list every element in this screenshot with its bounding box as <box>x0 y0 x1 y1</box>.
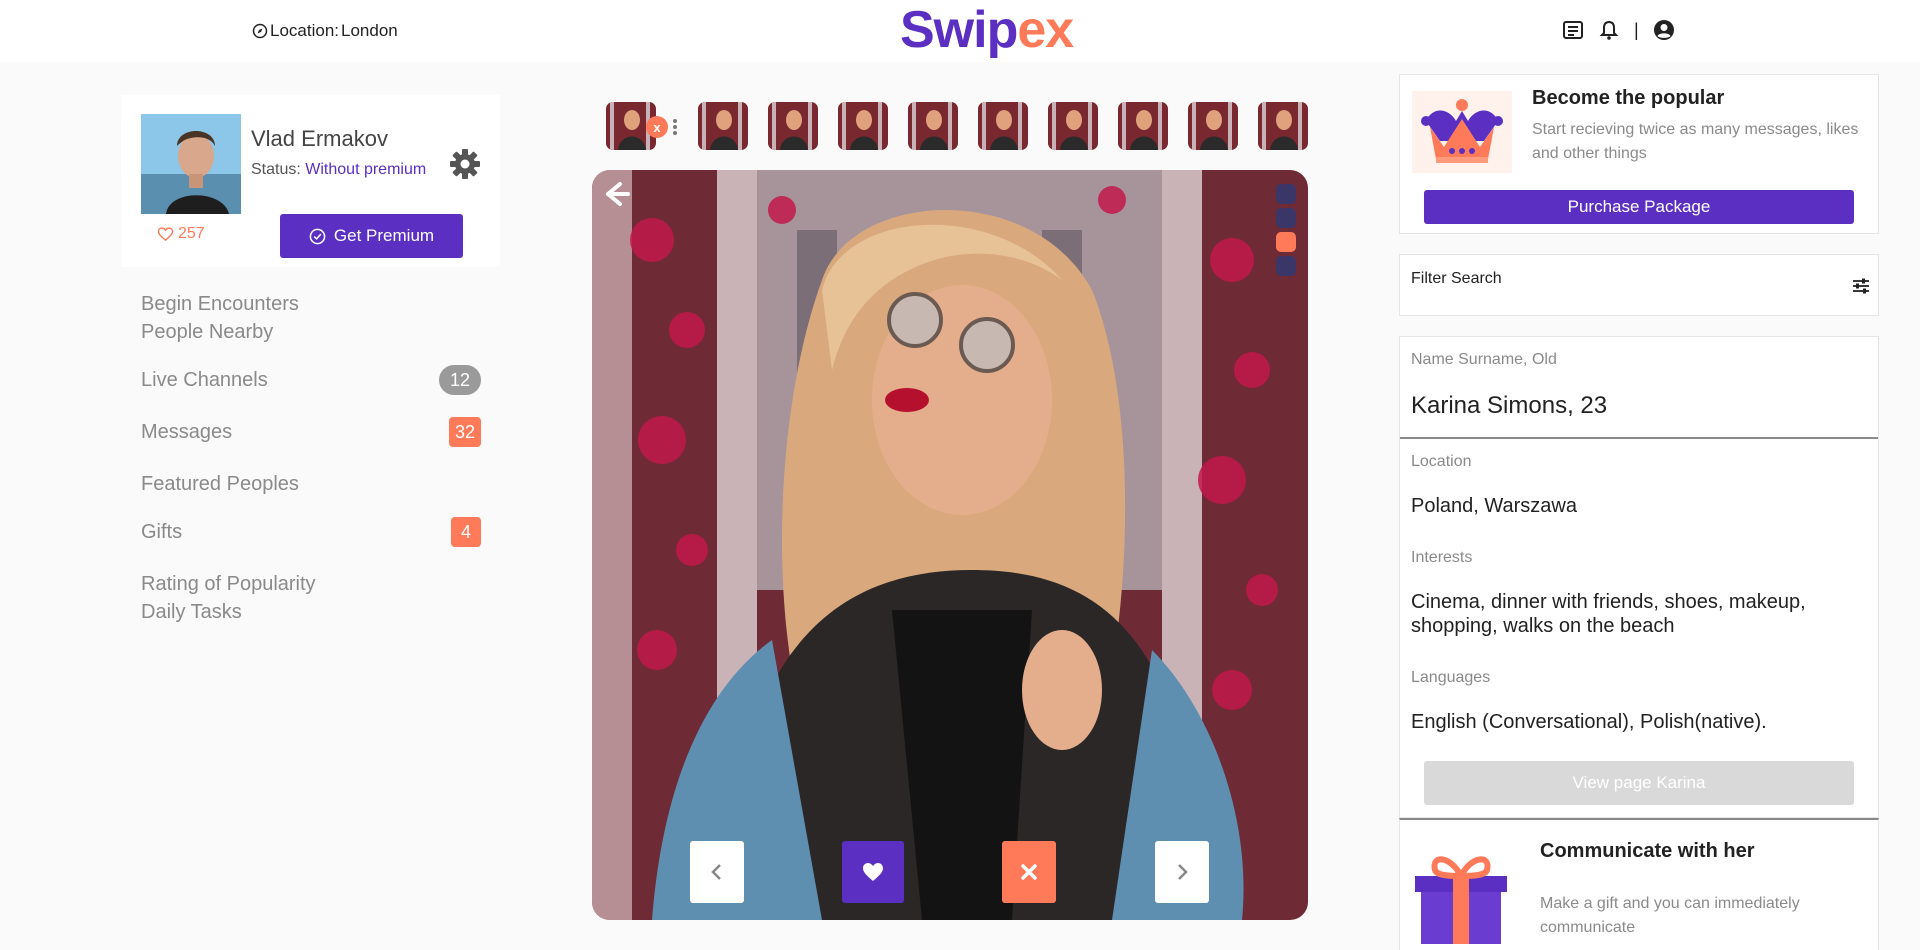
sidebar-item-label: Begin Encounters <box>141 293 299 315</box>
get-premium-button[interactable]: Get Premium <box>280 214 463 258</box>
sidebar-item-label: Featured Peoples <box>141 473 299 495</box>
logo-part-2: ex <box>1017 1 1074 59</box>
heart-outline-icon <box>157 226 174 241</box>
location-indicator[interactable]: Location: London <box>252 21 398 41</box>
profile-thumbnails-strip: x <box>606 102 1310 150</box>
settings-gear-icon[interactable] <box>448 147 482 181</box>
profile-thumbnail[interactable] <box>1118 102 1168 150</box>
name-value: Karina Simons, 23 <box>1411 392 1608 419</box>
profile-thumbnail[interactable] <box>698 102 748 150</box>
status-label: Status: <box>251 161 301 178</box>
status-value[interactable]: Without premium <box>305 161 426 178</box>
check-circle-icon <box>309 228 326 244</box>
next-photo-button[interactable] <box>1155 841 1209 903</box>
interests-label: Interests <box>1411 549 1473 566</box>
profile-thumbnail[interactable] <box>1258 102 1308 150</box>
profile-thumbnail[interactable] <box>1188 102 1238 150</box>
profile-thumbnail[interactable] <box>768 102 818 150</box>
popularity-promo-card: Become the popular Start recieving twice… <box>1399 74 1879 234</box>
gift-icon[interactable] <box>1411 844 1511 944</box>
chevron-right-icon <box>1178 864 1188 880</box>
sidebar-item-label: Messages <box>141 421 233 443</box>
filter-search-box[interactable]: Filter Search <box>1399 254 1879 316</box>
photo-page-dot-active[interactable] <box>1276 232 1296 252</box>
location-value: Poland, Warszawa <box>1411 495 1577 517</box>
like-button[interactable] <box>842 841 904 903</box>
divider <box>1400 437 1878 439</box>
sidebar-item-daily-tasks[interactable]: Daily Tasks <box>141 598 481 626</box>
sidebar-item-label: Daily Tasks <box>141 601 242 623</box>
profile-thumbnail[interactable] <box>1048 102 1098 150</box>
gift-promo-card: Communicate with her Make a gift and you… <box>1399 818 1879 950</box>
name-label: Name Surname, Old <box>1411 351 1557 368</box>
sidebar-item-live-channels[interactable]: Live Channels 12 <box>141 365 481 395</box>
sidebar-item-label: Live Channels <box>141 369 268 391</box>
gift-description: Make a gift and you can immediately comm… <box>1540 895 1800 936</box>
news-feed-icon[interactable] <box>1562 19 1584 41</box>
remove-thumbnail-button[interactable]: x <box>646 116 668 138</box>
profile-photo-viewer[interactable] <box>592 170 1308 920</box>
close-icon <box>1021 864 1037 880</box>
bell-icon[interactable] <box>1598 19 1620 41</box>
photo-pagination <box>1276 184 1298 280</box>
back-arrow-icon[interactable] <box>598 176 634 212</box>
location-label: Location: <box>270 21 339 40</box>
sidebar-item-rating-of-popularity[interactable]: Rating of Popularity <box>141 570 481 598</box>
header-actions: | <box>1562 19 1675 41</box>
filter-search-label: Filter Search <box>1411 270 1502 287</box>
app-logo[interactable]: Swipex <box>900 0 1074 60</box>
count-badge: 4 <box>451 517 481 547</box>
languages-label: Languages <box>1411 669 1491 686</box>
count-badge: 32 <box>448 417 481 447</box>
avatar-photo <box>141 114 241 214</box>
sidebar-item-people-nearby[interactable]: People Nearby <box>141 318 481 346</box>
profile-thumbnail[interactable] <box>838 102 888 150</box>
profile-thumbnail[interactable] <box>908 102 958 150</box>
premium-status: Status: Without premium <box>251 161 426 179</box>
sidebar-item-gifts[interactable]: Gifts 4 <box>141 517 481 547</box>
dislike-button[interactable] <box>1002 841 1056 903</box>
sidebar-item-label: People Nearby <box>141 321 274 343</box>
profile-thumbnail[interactable] <box>978 102 1028 150</box>
crown-icon <box>1412 91 1512 173</box>
get-premium-label: Get Premium <box>333 226 435 245</box>
likes-counter: 257 <box>157 225 205 243</box>
sliders-icon[interactable] <box>1850 275 1872 297</box>
promo-title: Become the popular <box>1532 87 1725 109</box>
user-name: Vlad Ermakov <box>251 126 388 151</box>
likes-count: 257 <box>178 225 205 242</box>
header-separator: | <box>1634 19 1639 40</box>
user-account-icon[interactable] <box>1653 19 1675 41</box>
photo-page-dot[interactable] <box>1276 256 1296 276</box>
count-badge: 12 <box>439 365 481 395</box>
sidebar-item-featured-peoples[interactable]: Featured Peoples <box>141 470 481 498</box>
more-vertical-icon[interactable] <box>672 118 678 136</box>
view-page-button[interactable]: View page Karina <box>1424 761 1854 805</box>
heart-icon <box>863 863 883 881</box>
compass-icon <box>252 23 268 39</box>
avatar[interactable] <box>141 114 241 214</box>
sidebar-item-label: Gifts <box>141 521 183 543</box>
previous-photo-button[interactable] <box>690 841 744 903</box>
sidebar-item-messages[interactable]: Messages 32 <box>141 417 481 447</box>
interests-value: Cinema, dinner with friends, shoes, make… <box>1411 591 1806 637</box>
location-value: London <box>341 21 398 40</box>
purchase-package-button[interactable]: Purchase Package <box>1424 190 1854 224</box>
photo-page-dot[interactable] <box>1276 184 1296 204</box>
profile-photo <box>592 170 1308 920</box>
top-header: Location: London Swipex | <box>0 0 1920 62</box>
sidebar-item-begin-encounters[interactable]: Begin Encounters <box>141 290 481 318</box>
location-label: Location <box>1411 453 1472 470</box>
promo-description: Start recieving twice as many messages, … <box>1532 121 1859 162</box>
languages-value: English (Conversational), Polish(native)… <box>1411 711 1767 733</box>
chevron-left-icon <box>711 864 721 880</box>
user-profile-card: Vlad Ermakov Status: Without premium 257… <box>121 95 500 267</box>
sidebar-item-label: Rating of Popularity <box>141 573 316 595</box>
photo-page-dot[interactable] <box>1276 208 1296 228</box>
gift-title: Communicate with her <box>1540 840 1755 862</box>
profile-details-card: Name Surname, Old Karina Simons, 23 Loca… <box>1399 336 1879 818</box>
logo-part-1: Swip <box>900 1 1018 59</box>
